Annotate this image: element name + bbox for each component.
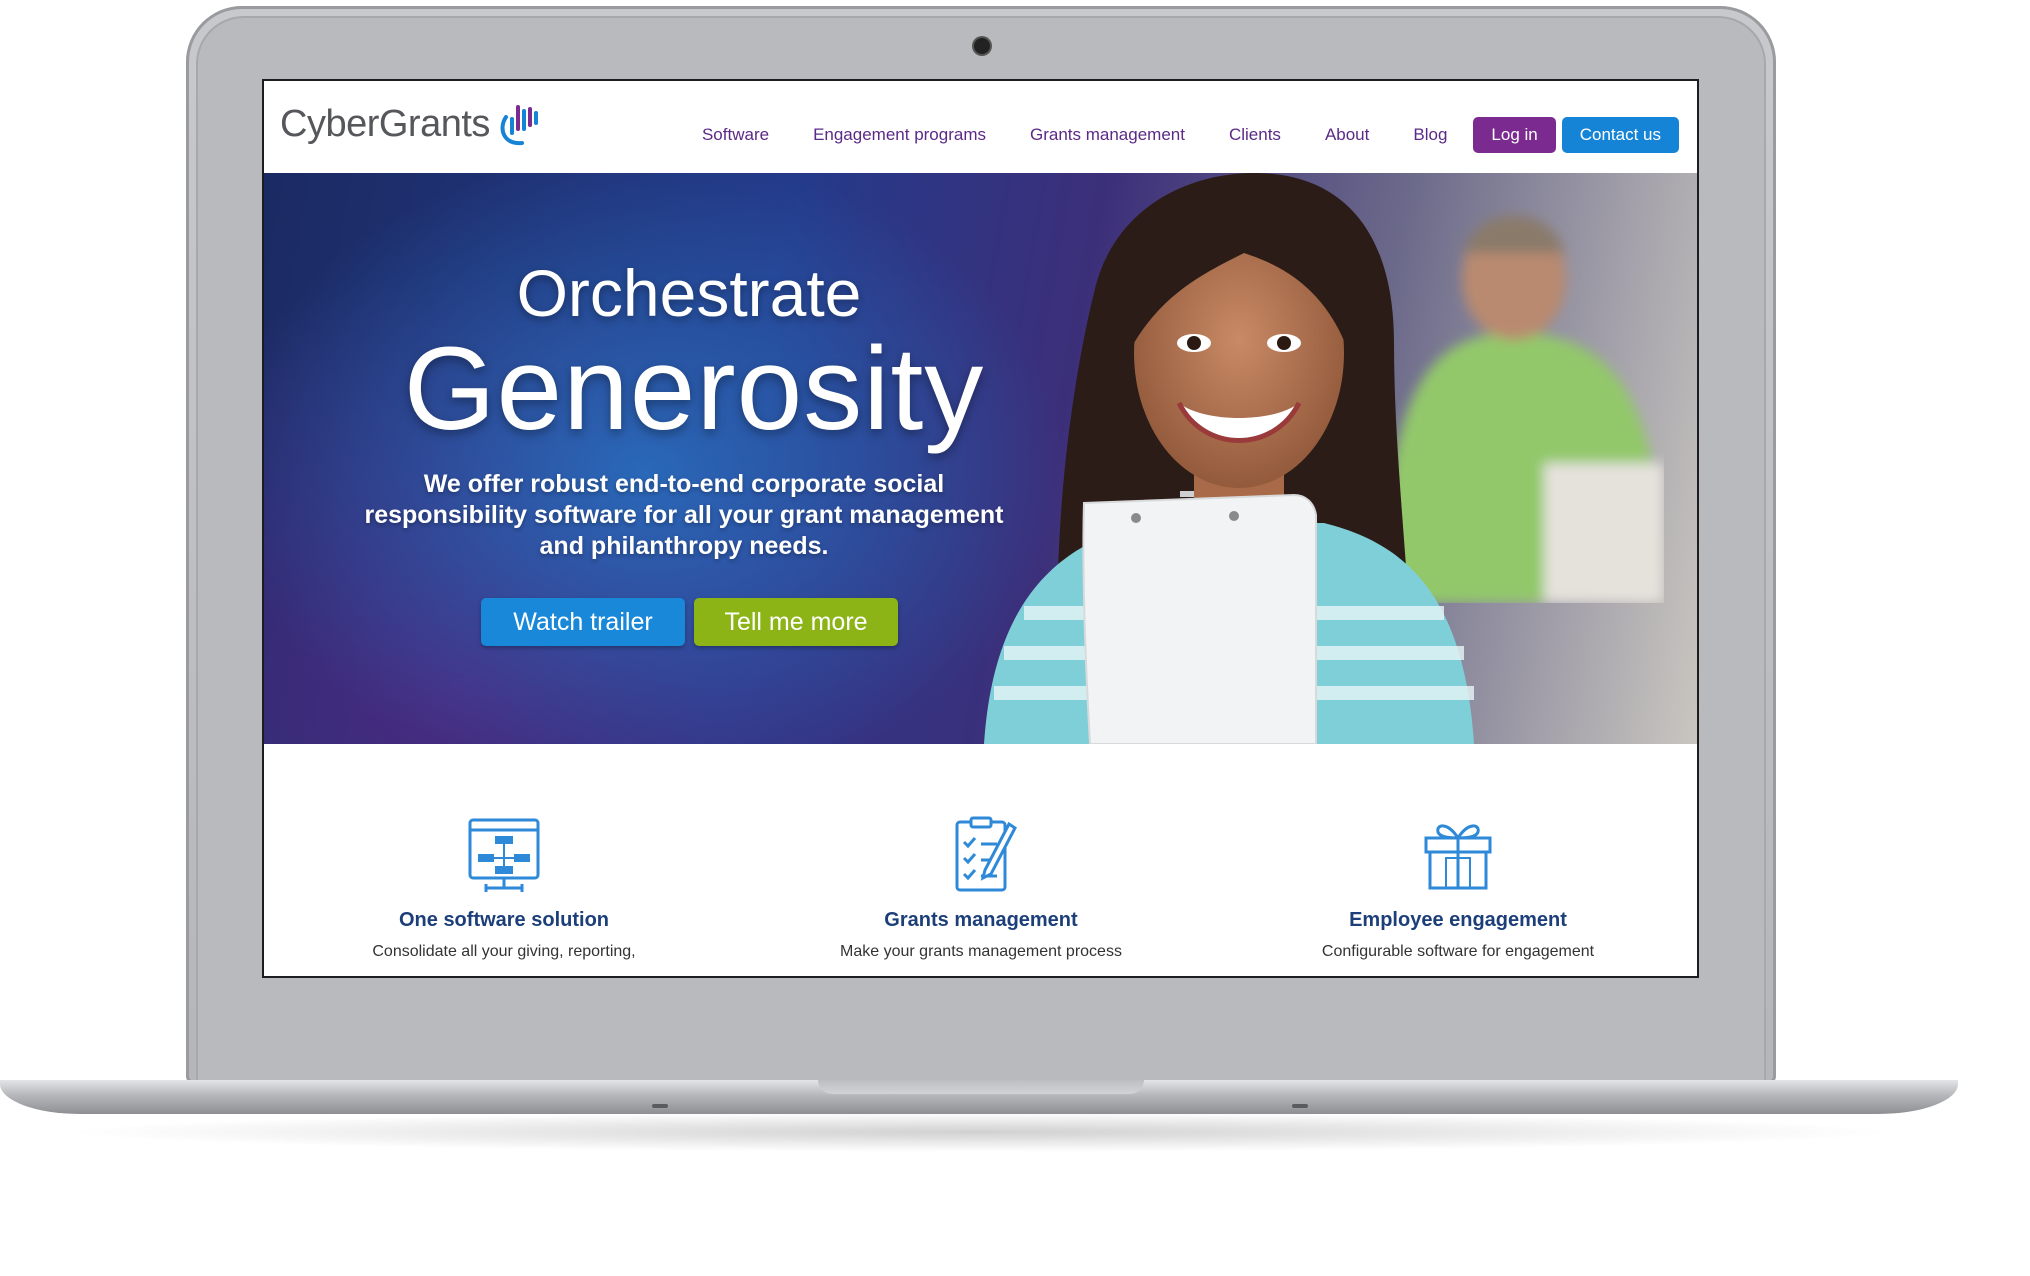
feature-description: Consolidate all your giving, reporting, — [372, 943, 636, 960]
nav-engagement-programs[interactable]: Engagement programs — [813, 125, 986, 145]
laptop-foot — [652, 1104, 668, 1108]
login-button[interactable]: Log in — [1473, 117, 1556, 153]
site-header: CyberGrants Software Engagement programs… — [264, 81, 1697, 173]
contact-button[interactable]: Contact us — [1561, 117, 1679, 153]
laptop-screen: CyberGrants Software Engagement programs… — [262, 79, 1699, 978]
checklist-icon — [955, 816, 1017, 892]
feature-card: Employee engagement Configurable softwar… — [1228, 744, 1688, 961]
hero-banner: Orchestrate Generosity We offer robust e… — [264, 173, 1697, 744]
laptop-shadow — [60, 1112, 1900, 1152]
nav-clients[interactable]: Clients — [1229, 125, 1281, 145]
watch-trailer-button[interactable]: Watch trailer — [481, 598, 685, 646]
tell-me-more-button[interactable]: Tell me more — [694, 598, 898, 646]
feature-card: Grants management Make your grants manag… — [751, 744, 1211, 961]
hero-title-line2: Generosity — [403, 323, 985, 455]
laptop-base-notch — [818, 1080, 1144, 1094]
logo-mark-icon — [500, 105, 538, 146]
main-nav: Software Engagement programs Grants mana… — [658, 117, 1679, 153]
camera-icon — [974, 38, 990, 54]
features-section: One software solution Consolidate all yo… — [264, 744, 1697, 976]
nav-grants-management[interactable]: Grants management — [1030, 125, 1185, 145]
feature-description: Make your grants management process — [840, 943, 1122, 960]
nav-about[interactable]: About — [1325, 125, 1369, 145]
feature-title[interactable]: Grants management — [751, 909, 1211, 932]
feature-description: Configurable software for engagement — [1321, 943, 1595, 960]
nav-software[interactable]: Software — [702, 125, 769, 145]
logo[interactable]: CyberGrants — [280, 99, 540, 149]
feature-title[interactable]: One software solution — [274, 909, 734, 932]
laptop-foot — [1292, 1104, 1308, 1108]
feature-title[interactable]: Employee engagement — [1228, 909, 1688, 932]
feature-card: One software solution Consolidate all yo… — [274, 744, 734, 961]
logo-text: CyberGrants — [280, 102, 490, 145]
nav-blog[interactable]: Blog — [1413, 125, 1447, 145]
gift-icon — [1424, 824, 1492, 890]
hero-title-line1: Orchestrate — [516, 256, 862, 330]
org-chart-icon — [468, 818, 540, 892]
hero-subtitle: We offer robust end-to-end corporate soc… — [364, 470, 1004, 560]
